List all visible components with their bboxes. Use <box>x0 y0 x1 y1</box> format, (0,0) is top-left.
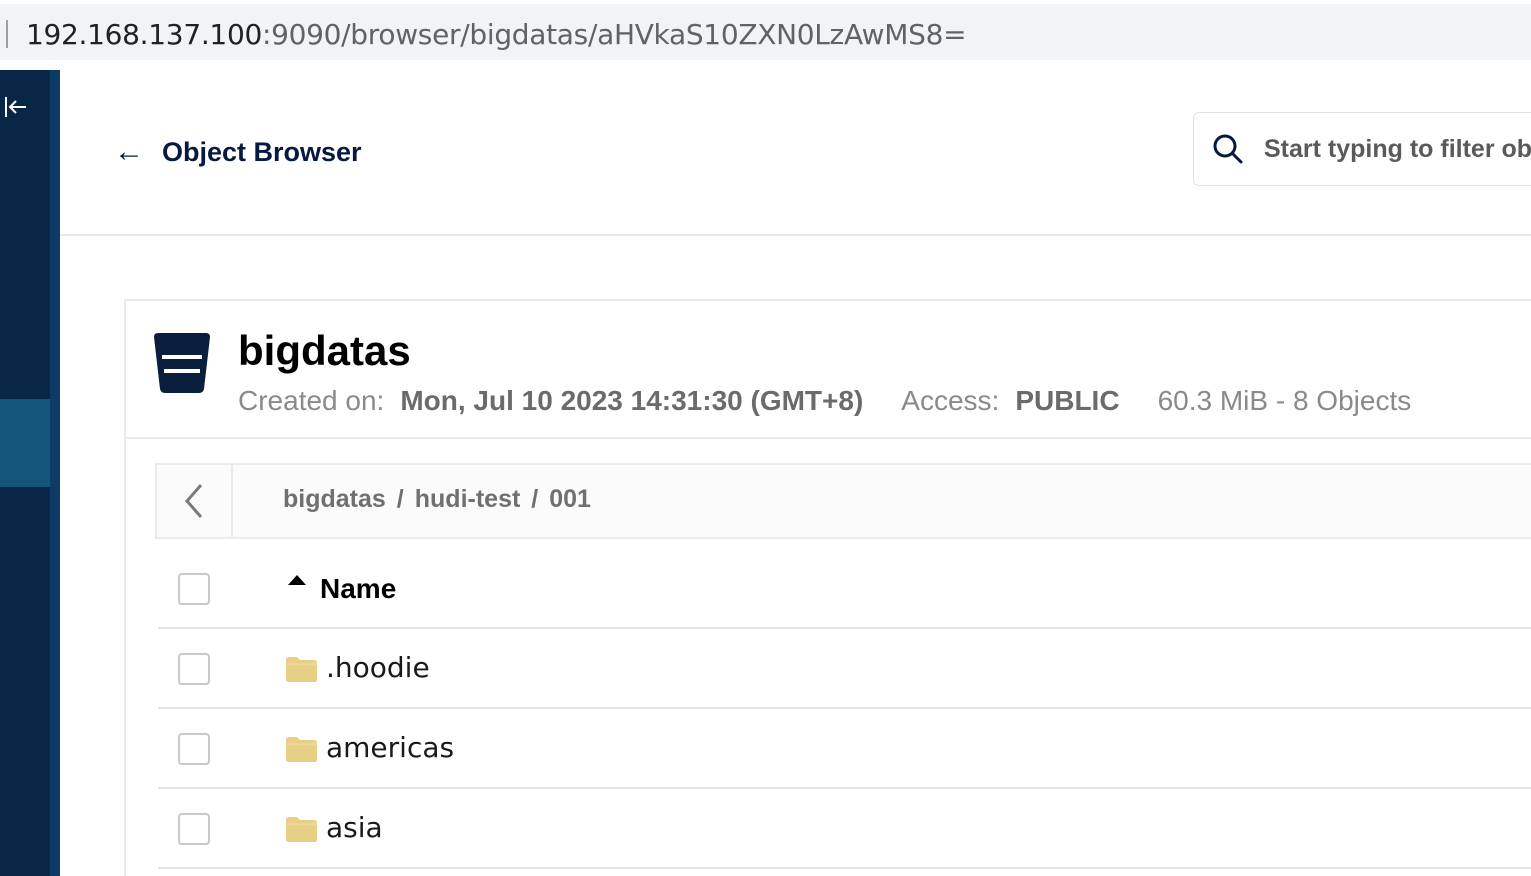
breadcrumb-item[interactable]: bigdatas <box>283 485 386 513</box>
row-checkbox[interactable] <box>178 653 210 685</box>
created-value: Mon, Jul 10 2023 14:31:30 (GMT+8) <box>400 385 864 416</box>
url-field[interactable]: 192.168.137.100:9090/browser/bigdatas/aH… <box>0 4 1531 60</box>
row-checkbox[interactable] <box>178 813 210 845</box>
breadcrumb: bigdatas / hudi-test / 001 <box>155 463 1531 539</box>
access-value: PUBLIC <box>1015 385 1120 416</box>
url-host: 192.168.137.100 <box>26 18 262 51</box>
text-caret <box>6 20 8 48</box>
breadcrumb-back-button[interactable] <box>157 465 233 537</box>
sort-ascending-icon[interactable] <box>286 573 308 587</box>
chevron-left-icon <box>185 484 203 518</box>
breadcrumb-item[interactable]: 001 <box>549 485 591 513</box>
bucket-name: bigdatas <box>238 327 411 374</box>
page-header: ← Object Browser <box>60 70 1531 236</box>
url-path: :9090/browser/bigdatas/aHVkaS10ZXN0LzAwM… <box>261 18 967 51</box>
breadcrumb-separator: / <box>396 485 404 513</box>
name-column-header[interactable]: Name <box>320 573 396 605</box>
select-all-checkbox[interactable] <box>178 573 210 605</box>
breadcrumb-separator: / <box>531 485 539 513</box>
breadcrumb-item[interactable]: hudi-test <box>415 485 521 513</box>
object-name[interactable]: americas <box>326 731 454 764</box>
created-label: Created on: <box>238 385 385 416</box>
page-title: Object Browser <box>162 136 362 167</box>
table-row[interactable]: americas <box>158 709 1531 789</box>
table-row[interactable]: .hoodie <box>158 629 1531 709</box>
folder-icon <box>286 737 317 762</box>
table-header-row: Name <box>158 549 1531 629</box>
row-checkbox[interactable] <box>178 733 210 765</box>
search-box[interactable] <box>1193 112 1531 186</box>
back-to-object-browser[interactable]: ← Object Browser <box>114 132 362 172</box>
sidebar-item-active[interactable] <box>0 399 50 487</box>
breadcrumb-path: bigdatas / hudi-test / 001 <box>283 485 591 514</box>
back-arrow-icon[interactable]: ← <box>114 135 162 169</box>
objects-table: Name .hoodie americas asia <box>158 549 1531 869</box>
browser-address-bar: 192.168.137.100:9090/browser/bigdatas/aH… <box>0 0 1531 62</box>
bucket-header: bigdatas Created on: Mon, Jul 10 2023 14… <box>126 301 1531 439</box>
table-row[interactable]: asia <box>158 789 1531 869</box>
search-input[interactable] <box>1264 131 1531 167</box>
url-text[interactable]: 192.168.137.100:9090/browser/bigdatas/aH… <box>26 18 967 51</box>
bucket-icon <box>154 333 210 393</box>
object-name[interactable]: asia <box>326 811 383 844</box>
collapse-sidebar-icon[interactable] <box>2 94 32 124</box>
sidebar-edge <box>50 70 60 876</box>
search-icon <box>1213 134 1243 164</box>
folder-icon <box>286 817 317 842</box>
bucket-meta: Created on: Mon, Jul 10 2023 14:31:30 (G… <box>238 385 1411 417</box>
bucket-panel: bigdatas Created on: Mon, Jul 10 2023 14… <box>124 299 1531 876</box>
folder-icon <box>286 657 317 682</box>
object-name[interactable]: .hoodie <box>326 651 430 684</box>
access-label: Access: <box>901 385 1000 416</box>
size-summary: 60.3 MiB - 8 Objects <box>1157 385 1412 416</box>
sidebar <box>0 70 60 876</box>
